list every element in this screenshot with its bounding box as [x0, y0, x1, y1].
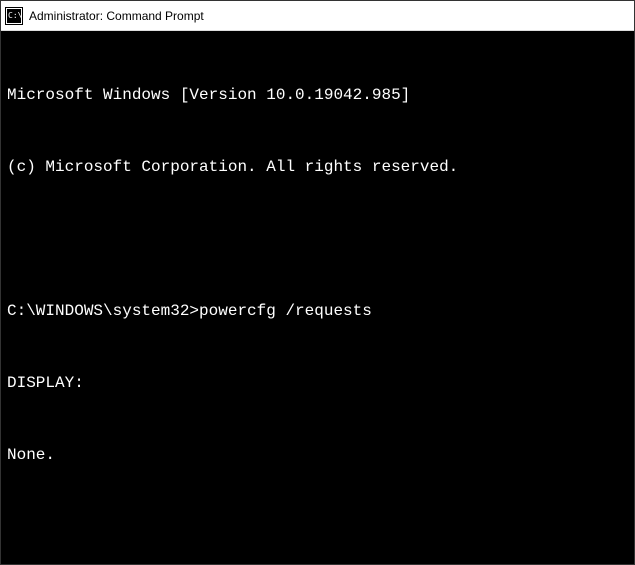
titlebar[interactable]: C:\ Administrator: Command Prompt — [1, 1, 634, 31]
terminal-area[interactable]: Microsoft Windows [Version 10.0.19042.98… — [1, 31, 634, 564]
svg-text:C:\: C:\ — [8, 11, 23, 20]
banner-line: Microsoft Windows [Version 10.0.19042.98… — [7, 83, 628, 107]
banner-line: (c) Microsoft Corporation. All rights re… — [7, 155, 628, 179]
command-text: powercfg /requests — [199, 302, 372, 320]
prompt-line: C:\WINDOWS\system32>powercfg /requests — [7, 299, 628, 323]
blank-line — [7, 515, 628, 539]
blank-line — [7, 227, 628, 251]
cmd-icon: C:\ — [5, 7, 23, 25]
section-value: None. — [7, 443, 628, 467]
command-prompt-window: C:\ Administrator: Command Prompt Micros… — [0, 0, 635, 565]
section-header: DISPLAY: — [7, 371, 628, 395]
window-title: Administrator: Command Prompt — [29, 9, 204, 23]
prompt-text: C:\WINDOWS\system32> — [7, 302, 199, 320]
